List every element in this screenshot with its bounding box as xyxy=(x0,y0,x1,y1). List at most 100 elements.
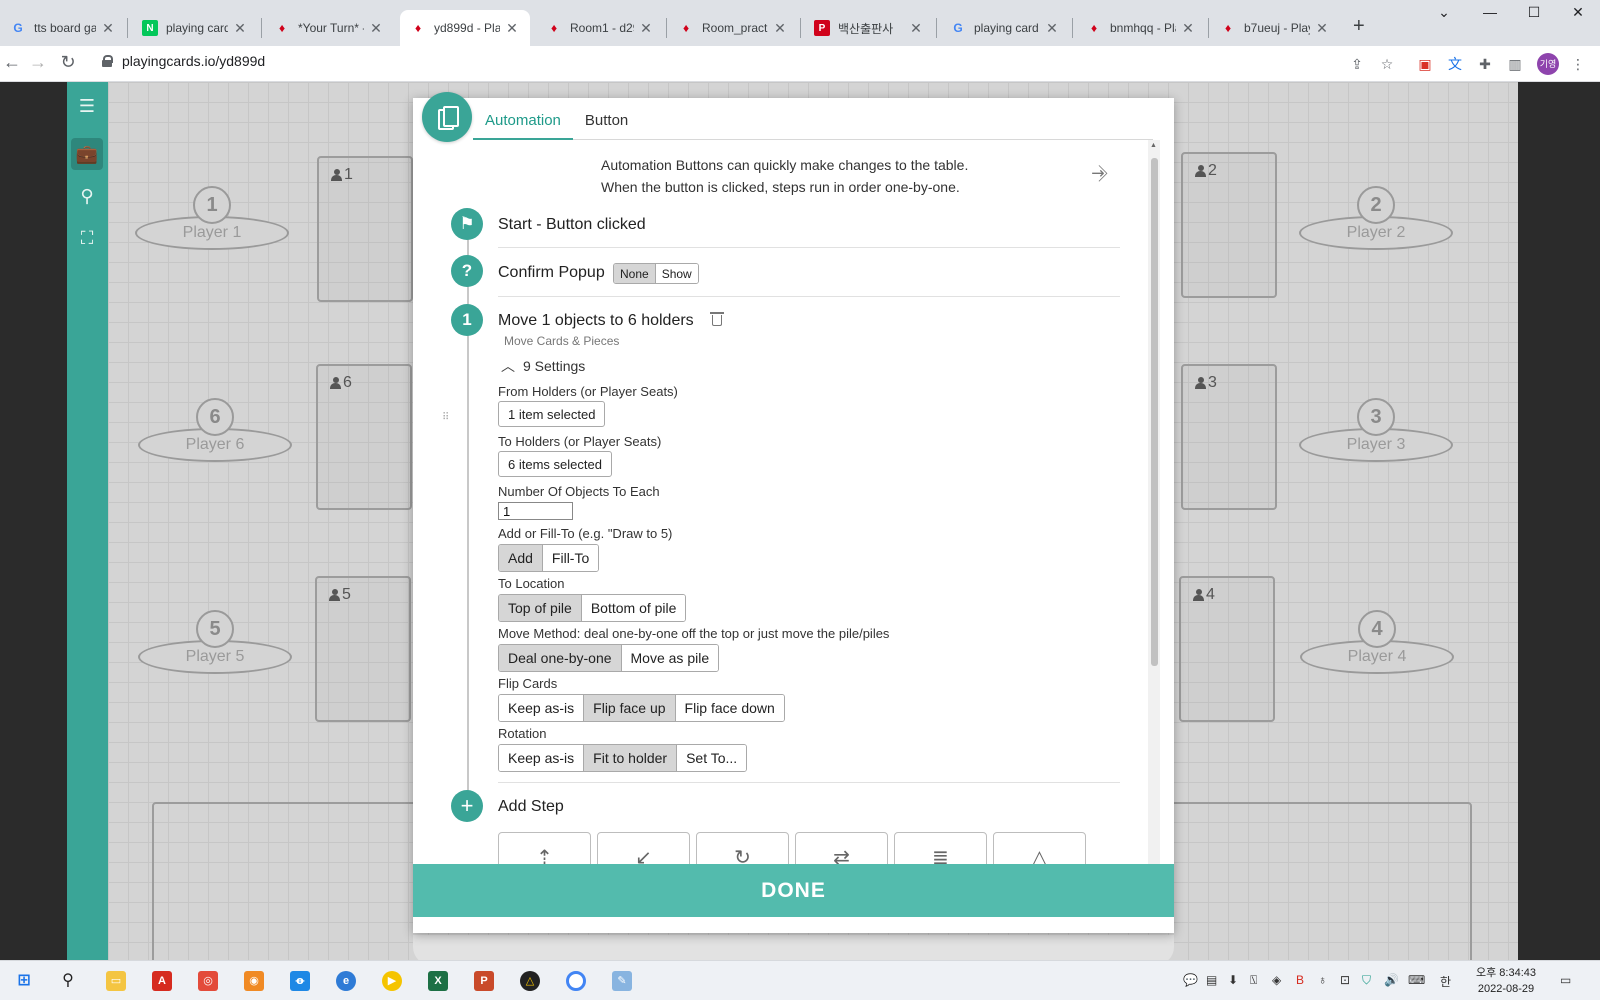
browser-tab[interactable]: P 백산출판사 ✕ xyxy=(804,10,934,46)
side-panel-icon[interactable]: ▥ xyxy=(1505,54,1525,74)
add-step-plus-icon[interactable]: + xyxy=(451,790,483,822)
browser-tab[interactable]: N playing card i ✕ xyxy=(132,10,258,46)
from-holders-select[interactable]: 1 item selected xyxy=(498,401,606,427)
windows-start-icon[interactable]: ⊞ xyxy=(14,971,34,991)
flip-face-up-option[interactable]: Flip face up xyxy=(583,695,675,721)
chat-icon[interactable]: 💬 xyxy=(1183,973,1198,987)
close-tab-icon[interactable]: ✕ xyxy=(368,20,384,37)
maximize-icon[interactable]: ☐ xyxy=(1514,4,1554,21)
browser-tab[interactable]: ♦ bnmhqq - Pla ✕ xyxy=(1076,10,1206,46)
tray-b-icon[interactable]: B xyxy=(1296,973,1304,987)
tray-app-icon[interactable]: ◈ xyxy=(1272,973,1281,987)
player-seat[interactable]: 6 Player 6 xyxy=(138,398,292,468)
briefcase-icon[interactable]: 💼 xyxy=(71,138,103,170)
tab-button[interactable]: Button xyxy=(573,108,640,140)
card-holder[interactable]: 2 xyxy=(1181,152,1277,298)
confirm-none-option[interactable]: None xyxy=(614,264,655,283)
forward-icon[interactable]: → xyxy=(26,52,50,73)
share-network-icon[interactable]: ⚲ xyxy=(71,180,103,212)
extensions-puzzle-icon[interactable]: ✚ xyxy=(1475,54,1495,74)
browser-tab[interactable]: ♦ Room_practic ✕ xyxy=(668,10,798,46)
extension-icon[interactable]: ▣ xyxy=(1415,54,1435,74)
translate-icon[interactable]: 文 xyxy=(1445,54,1465,74)
tray-app-icon[interactable]: ⍂ xyxy=(1250,973,1257,988)
ime-indicator[interactable]: 한 xyxy=(1440,973,1451,990)
media-player-icon[interactable]: ▶ xyxy=(382,971,402,991)
set-to-option[interactable]: Set To... xyxy=(676,745,747,771)
triangle-app-icon[interactable]: △ xyxy=(520,971,540,991)
browser-tab[interactable]: ♦ b7ueuj - Playi ✕ xyxy=(1210,10,1340,46)
browser-tab[interactable]: G tts board gam ✕ xyxy=(0,10,126,46)
to-holders-select[interactable]: 6 items selected xyxy=(498,451,612,477)
network-icon[interactable]: ⊡ xyxy=(1340,973,1350,987)
deal-one-by-one-option[interactable]: Deal one-by-one xyxy=(499,645,621,671)
card-holder[interactable]: 4 xyxy=(1179,576,1275,722)
office-app-icon[interactable]: ꝋ xyxy=(290,971,310,991)
volume-icon[interactable]: 🔊 xyxy=(1384,973,1399,987)
modal-scrollbar[interactable]: ▲ ▼ xyxy=(1148,140,1160,881)
close-tab-icon[interactable]: ✕ xyxy=(100,20,116,37)
bottom-of-pile-option[interactable]: Bottom of pile xyxy=(580,595,686,621)
player-seat[interactable]: 5 Player 5 xyxy=(138,610,292,680)
paint-icon[interactable]: ✎ xyxy=(612,971,632,991)
settings-toggle[interactable]: ︿ 9 Settings xyxy=(501,356,585,376)
security-shield-icon[interactable]: ⛉ xyxy=(1362,973,1371,988)
card-holder[interactable]: 5 xyxy=(315,576,411,722)
address-bar[interactable]: playingcards.io/yd899d xyxy=(102,53,265,69)
share-icon[interactable]: ⇪ xyxy=(1347,54,1367,74)
player-seat[interactable]: 1 Player 1 xyxy=(135,186,289,256)
browser-tab[interactable]: G playing card i ✕ xyxy=(940,10,1070,46)
new-tab-icon[interactable]: + xyxy=(1353,15,1365,38)
tab-automation[interactable]: Automation xyxy=(473,108,573,140)
profile-avatar[interactable]: 기영 xyxy=(1537,53,1559,75)
creative-cloud-icon[interactable]: ◎ xyxy=(198,971,218,991)
rotation-keep-option[interactable]: Keep as-is xyxy=(499,745,584,771)
close-window-icon[interactable]: ✕ xyxy=(1558,4,1598,21)
modal-scroll-area[interactable]: Automation Buttons can quickly make chan… xyxy=(433,140,1160,881)
eye-app-icon[interactable]: ◉ xyxy=(244,971,264,991)
confirm-show-option[interactable]: Show xyxy=(654,264,698,283)
move-as-pile-option[interactable]: Move as pile xyxy=(620,645,719,671)
player-seat[interactable]: 3 Player 3 xyxy=(1299,398,1453,468)
browser-tab[interactable]: ♦ *Your Turn* - I ✕ xyxy=(264,10,394,46)
system-clock[interactable]: 오후 8:34:43 2022-08-29 xyxy=(1476,965,1536,997)
done-button[interactable]: DONE xyxy=(413,864,1174,917)
card-holder[interactable]: 1 xyxy=(317,156,413,302)
browser-tab-active[interactable]: ♦ yd899d - Play ✕ xyxy=(400,10,530,46)
bookmark-star-icon[interactable]: ☆ xyxy=(1377,54,1397,74)
close-tab-icon[interactable]: ✕ xyxy=(504,20,520,37)
flip-face-down-option[interactable]: Flip face down xyxy=(674,695,784,721)
trash-icon[interactable] xyxy=(710,312,724,326)
chrome-icon[interactable] xyxy=(566,971,586,991)
close-tab-icon[interactable]: ✕ xyxy=(232,20,248,37)
card-holder[interactable]: 3 xyxy=(1181,364,1277,510)
acrobat-icon[interactable]: A xyxy=(152,971,172,991)
menu-icon[interactable]: ☰ xyxy=(71,90,103,122)
close-tab-icon[interactable]: ✕ xyxy=(1314,20,1330,37)
collapse-icon[interactable]: ⇲ xyxy=(1088,162,1112,186)
tab-search-icon[interactable]: ⌄ xyxy=(1424,4,1464,21)
minimize-icon[interactable]: — xyxy=(1470,4,1510,20)
top-of-pile-option[interactable]: Top of pile xyxy=(499,595,581,621)
fill-to-option[interactable]: Fill-To xyxy=(541,545,599,571)
keyboard-icon[interactable]: ⌨ xyxy=(1408,973,1425,987)
close-tab-icon[interactable]: ✕ xyxy=(1180,20,1196,37)
close-tab-icon[interactable]: ✕ xyxy=(1044,20,1060,37)
scroll-up-icon[interactable]: ▲ xyxy=(1150,142,1157,149)
notification-icon[interactable]: ▭ xyxy=(1560,973,1571,987)
tray-app-icon[interactable]: ♁ xyxy=(1318,973,1327,987)
excel-icon[interactable]: X xyxy=(428,971,448,991)
back-icon[interactable]: ← xyxy=(0,52,24,73)
search-icon[interactable]: ⚲ xyxy=(58,971,78,991)
more-menu-icon[interactable]: ⋮ xyxy=(1568,54,1588,74)
fullscreen-icon[interactable]: ⛶ xyxy=(71,222,103,254)
fit-to-holder-option[interactable]: Fit to holder xyxy=(583,745,677,771)
lock-icon[interactable] xyxy=(102,55,113,67)
count-input[interactable] xyxy=(498,502,573,520)
scrollbar-thumb[interactable] xyxy=(1151,158,1158,666)
add-option[interactable]: Add xyxy=(499,545,542,571)
player-seat[interactable]: 4 Player 4 xyxy=(1300,610,1454,680)
close-tab-icon[interactable]: ✕ xyxy=(772,20,788,37)
file-explorer-icon[interactable]: ▭ xyxy=(106,971,126,991)
powerpoint-icon[interactable]: P xyxy=(474,971,494,991)
